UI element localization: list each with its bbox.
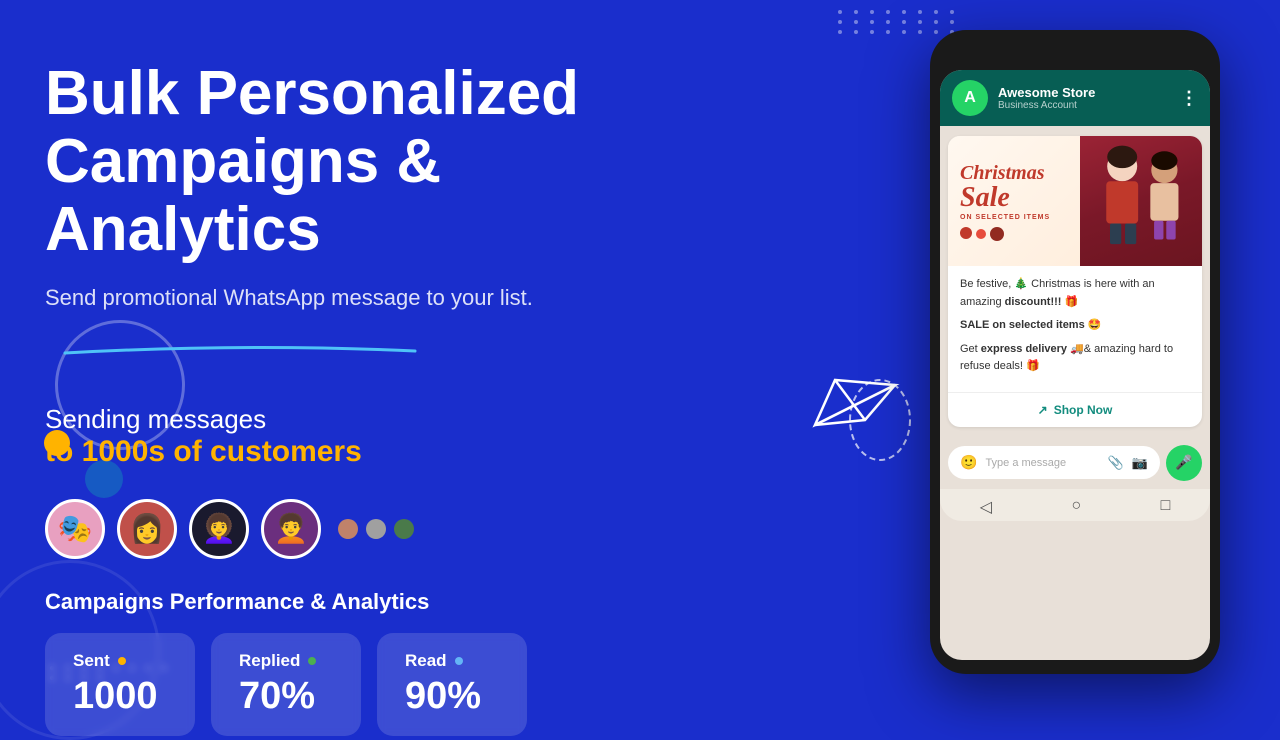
subtitle-text: Send promotional WhatsApp message to you… bbox=[45, 285, 725, 311]
stat-replied-value: 70% bbox=[239, 675, 333, 718]
analytics-title: Campaigns Performance & Analytics bbox=[45, 589, 725, 615]
mic-button[interactable]: 🎤 bbox=[1166, 445, 1202, 481]
christmas-label: Christmas bbox=[960, 162, 1044, 184]
stat-sent-dot bbox=[118, 657, 126, 665]
stat-sent-label: Sent bbox=[73, 651, 110, 671]
whatsapp-header: A Awesome Store Business Account ⋮ bbox=[940, 70, 1210, 126]
dashed-ellipse bbox=[840, 370, 920, 470]
avatar-3: 👩‍🦱 bbox=[189, 499, 249, 559]
avatar-4: 🧑‍🦱 bbox=[261, 499, 321, 559]
home-icon[interactable]: ○ bbox=[1071, 497, 1081, 517]
stat-sent-value: 1000 bbox=[73, 675, 167, 718]
dot-1 bbox=[338, 519, 358, 539]
stat-read-label: Read bbox=[405, 651, 447, 671]
back-icon[interactable]: ◁ bbox=[980, 497, 992, 517]
sale-label: Sale bbox=[960, 184, 1010, 212]
phone-bottom-bar: ◁ ○ □ bbox=[940, 489, 1210, 521]
stat-replied: Replied 70% bbox=[211, 633, 361, 736]
phone-frame: A Awesome Store Business Account ⋮ Chris… bbox=[930, 30, 1220, 674]
on-selected-label: ON SELECTED ITEMS bbox=[960, 214, 1050, 221]
more-customers-dots bbox=[338, 519, 414, 539]
menu-icon[interactable]: ⋮ bbox=[1180, 88, 1198, 109]
sending-section: Sending messages to 1000s of customers bbox=[45, 404, 725, 469]
message-text: Be festive, 🎄 Christmas is here with an … bbox=[948, 266, 1202, 392]
phone-mockup: A Awesome Store Business Account ⋮ Chris… bbox=[930, 30, 1220, 674]
stat-replied-dot bbox=[308, 657, 316, 665]
fashion-photo-collage bbox=[1080, 136, 1202, 266]
store-avatar: A bbox=[952, 80, 988, 116]
message-delivery-line: Get express delivery 🚚& amazing hard to … bbox=[960, 341, 1190, 376]
stat-read: Read 90% bbox=[377, 633, 527, 736]
left-section: Bulk Personalized Campaigns & Analytics … bbox=[45, 60, 725, 736]
wa-input-area: 🙂 Type a message 📎 📷 🎤 bbox=[940, 437, 1210, 489]
input-placeholder-text: Type a message bbox=[985, 457, 1099, 469]
sending-highlight: to 1000s of customers bbox=[45, 435, 725, 469]
avatar-2: 👩 bbox=[117, 499, 177, 559]
promo-right-panel bbox=[1080, 136, 1202, 266]
phone-notch bbox=[1030, 44, 1120, 62]
main-title: Bulk Personalized Campaigns & Analytics bbox=[45, 60, 725, 265]
account-type: Business Account bbox=[998, 100, 1170, 111]
store-info: Awesome Store Business Account bbox=[998, 85, 1170, 111]
stat-read-dot bbox=[455, 657, 463, 665]
emoji-icon: 🙂 bbox=[960, 454, 977, 471]
promo-left-panel: Christmas Sale ON SELECTED ITEMS bbox=[948, 136, 1088, 266]
camera-icon: 📷 bbox=[1132, 455, 1148, 471]
avatars-row: 🎭 👩 👩‍🦱 🧑‍🦱 bbox=[45, 499, 725, 559]
avatar-1: 🎭 bbox=[45, 499, 105, 559]
message-sale-line: SALE on selected items 🤩 bbox=[960, 317, 1190, 335]
message-line-1: Be festive, 🎄 Christmas is here with an … bbox=[960, 276, 1190, 311]
phone-screen: A Awesome Store Business Account ⋮ Chris… bbox=[940, 70, 1210, 660]
dot-3 bbox=[394, 519, 414, 539]
store-name: Awesome Store bbox=[998, 85, 1170, 100]
stat-read-value: 90% bbox=[405, 675, 499, 718]
sending-label: Sending messages bbox=[45, 404, 725, 435]
promo-message-bubble: Christmas Sale ON SELECTED ITEMS bbox=[948, 136, 1202, 427]
message-input[interactable]: 🙂 Type a message 📎 📷 bbox=[948, 446, 1160, 479]
underline-decoration bbox=[45, 341, 425, 359]
promo-image: Christmas Sale ON SELECTED ITEMS bbox=[948, 136, 1202, 266]
stat-sent: Sent 1000 bbox=[45, 633, 195, 736]
shop-now-button[interactable]: ↗ Shop Now bbox=[948, 392, 1202, 427]
dot-2 bbox=[366, 519, 386, 539]
stats-row: Sent 1000 Replied 70% Read 90% bbox=[45, 633, 725, 736]
recents-icon[interactable]: □ bbox=[1161, 497, 1171, 517]
messages-area: Christmas Sale ON SELECTED ITEMS bbox=[940, 126, 1210, 437]
stat-replied-label: Replied bbox=[239, 651, 300, 671]
attachment-icon: 📎 bbox=[1108, 455, 1124, 471]
